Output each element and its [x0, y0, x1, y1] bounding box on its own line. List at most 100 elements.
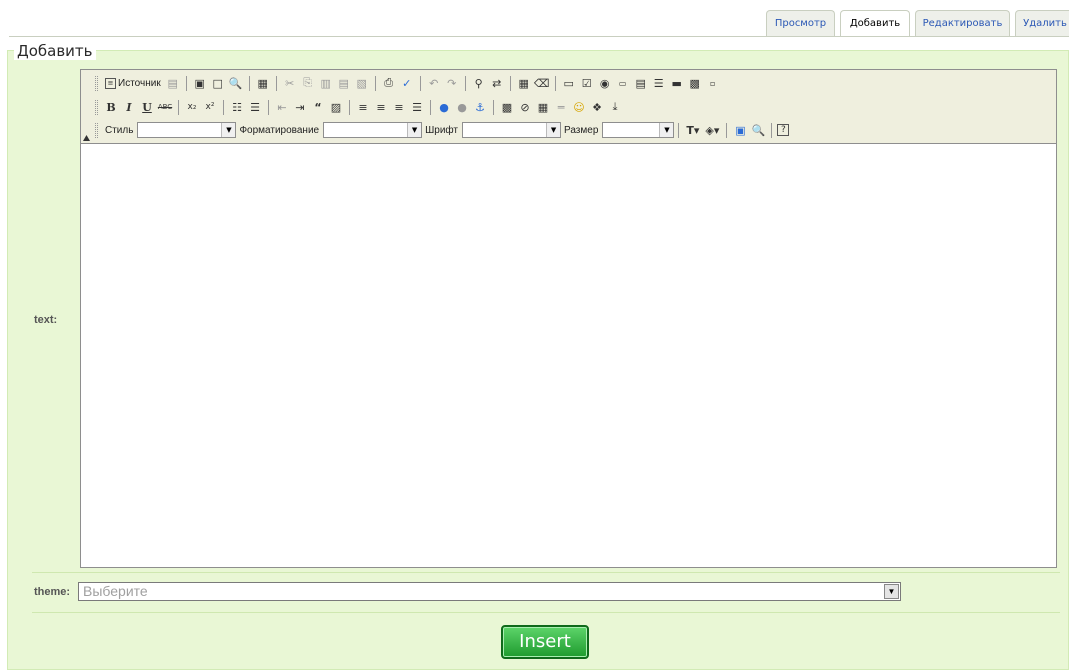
image-icon[interactable]: ▩	[499, 99, 515, 115]
undo-icon[interactable]: ↶	[426, 75, 442, 91]
textarea-icon[interactable]: ▤	[633, 75, 649, 91]
size-combo[interactable]: ▼	[602, 122, 675, 138]
about-icon[interactable]: ?	[777, 124, 790, 136]
find-icon[interactable]: ⚲	[471, 75, 487, 91]
field-divider	[32, 572, 1060, 573]
justify-icon[interactable]: ☰	[409, 99, 425, 115]
checkbox-icon[interactable]: ☑	[579, 75, 595, 91]
collapse-toolbar-icon[interactable]	[83, 135, 90, 141]
toolbar-separator	[678, 122, 680, 138]
paste-word-icon[interactable]: ▧	[354, 75, 370, 91]
smiley-icon[interactable]: ☺	[571, 99, 587, 115]
add-form-fieldset: Добавить text: ≡ Источник ▤ ▣ □ 🔍 ▦ ✂ ⎘	[7, 42, 1069, 670]
tab-delete[interactable]: Удалить	[1015, 10, 1069, 36]
maximize-icon[interactable]: ▣	[732, 122, 748, 138]
paste-icon[interactable]: ▥	[318, 75, 334, 91]
font-combo[interactable]: ▼	[462, 122, 562, 138]
div-icon[interactable]: ▨	[328, 99, 344, 115]
copy-icon[interactable]: ⎘	[300, 75, 316, 91]
replace-icon[interactable]: ⇄	[489, 75, 505, 91]
background-color-icon[interactable]: ◈▾	[703, 122, 721, 138]
toolbar-grip	[95, 75, 98, 91]
print-icon[interactable]: ⎙	[381, 75, 397, 91]
toolbar-separator	[430, 99, 431, 115]
theme-select-value: Выберите	[83, 583, 148, 599]
style-combo[interactable]: ▼	[137, 122, 237, 138]
button-field-icon[interactable]: ▬	[669, 75, 685, 91]
toolbar-separator	[223, 99, 224, 115]
select-field-icon[interactable]: ☰	[651, 75, 667, 91]
toolbar-separator	[419, 75, 421, 91]
subscript-icon[interactable]: x₂	[184, 99, 200, 115]
field-divider	[32, 612, 1060, 613]
toolbar-separator	[464, 75, 466, 91]
cut-icon[interactable]: ✂	[282, 75, 298, 91]
blockquote-icon[interactable]: “	[310, 99, 326, 115]
spellcheck-icon[interactable]: ✓	[399, 75, 415, 91]
radio-icon[interactable]: ◉	[597, 75, 613, 91]
paste-template-icon[interactable]: ▦	[255, 75, 271, 91]
bold-icon[interactable]: B	[103, 99, 119, 115]
toolbar-row-3: Стиль ▼ Форматирование ▼ Шрифт ▼ Размер …	[95, 121, 790, 139]
superscript-icon[interactable]: x²	[202, 99, 218, 115]
new-page-icon[interactable]: □	[210, 75, 226, 91]
preview-icon[interactable]: 🔍	[228, 75, 244, 91]
textfield-icon[interactable]: ▭	[615, 75, 631, 91]
show-blocks-icon[interactable]: 🔍	[750, 122, 766, 138]
rich-text-editor: ≡ Источник ▤ ▣ □ 🔍 ▦ ✂ ⎘ ▥ ▤ ▧ ⎙ ✓ ↶ ↷ ⚲…	[80, 69, 1057, 568]
hidden-field-icon[interactable]: ▫	[705, 75, 721, 91]
redo-icon[interactable]: ↷	[444, 75, 460, 91]
paste-text-icon[interactable]: ▤	[336, 75, 352, 91]
outdent-icon[interactable]: ⇤	[274, 99, 290, 115]
page-break-icon[interactable]: ⤓	[607, 99, 623, 115]
flash-icon[interactable]: ⊘	[517, 99, 533, 115]
source-icon: ≡	[105, 77, 116, 89]
toolbar-separator	[554, 75, 556, 91]
special-char-icon[interactable]: ❖	[589, 99, 605, 115]
toolbar-separator	[248, 75, 250, 91]
toolbar-separator	[185, 75, 187, 91]
numbered-list-icon[interactable]: ☷	[229, 99, 245, 115]
toolbar-separator	[509, 75, 511, 91]
toolbar-grip	[95, 122, 98, 138]
tab-edit[interactable]: Редактировать	[915, 10, 1010, 36]
table-icon[interactable]: ▦	[535, 99, 551, 115]
link-icon[interactable]: ●	[436, 99, 452, 115]
toolbar-row-1: ≡ Источник ▤ ▣ □ 🔍 ▦ ✂ ⎘ ▥ ▤ ▧ ⎙ ✓ ↶ ↷ ⚲…	[95, 74, 722, 92]
chevron-down-icon: ▼	[221, 123, 236, 137]
indent-icon[interactable]: ⇥	[292, 99, 308, 115]
toolbar-separator	[349, 99, 350, 115]
image-button-icon[interactable]: ▩	[687, 75, 703, 91]
tab-add[interactable]: Добавить	[840, 10, 910, 37]
theme-select[interactable]: Выберите ▼	[78, 582, 901, 601]
anchor-icon[interactable]: ⚓	[472, 99, 488, 115]
align-left-icon[interactable]: ≡	[355, 99, 371, 115]
font-combo-label: Шрифт	[425, 124, 459, 136]
fieldset-legend: Добавить	[14, 42, 96, 60]
toolbar-separator	[374, 75, 376, 91]
toolbar-separator	[493, 99, 494, 115]
align-center-icon[interactable]: ≡	[373, 99, 389, 115]
tab-label: Редактировать	[922, 18, 1003, 29]
align-right-icon[interactable]: ≡	[391, 99, 407, 115]
toolbar-separator	[268, 99, 269, 115]
strike-icon[interactable]: ABC	[157, 99, 173, 115]
bulleted-list-icon[interactable]: ☰	[247, 99, 263, 115]
underline-icon[interactable]: U	[139, 99, 155, 115]
source-button[interactable]: ≡ Источник	[103, 75, 163, 91]
toolbar-separator	[178, 99, 179, 115]
horizontal-rule-icon[interactable]: ═	[553, 99, 569, 115]
format-combo[interactable]: ▼	[323, 122, 423, 138]
unlink-icon[interactable]: ●	[454, 99, 470, 115]
text-color-icon[interactable]: T▾	[684, 122, 701, 138]
insert-button[interactable]: Insert	[501, 625, 589, 659]
form-icon[interactable]: ▭	[561, 75, 577, 91]
editor-content-area[interactable]	[81, 145, 1056, 567]
templates-icon[interactable]: ▤	[165, 75, 181, 91]
italic-icon[interactable]: I	[121, 99, 137, 115]
chevron-down-icon: ▼	[659, 123, 674, 137]
save-icon[interactable]: ▣	[192, 75, 208, 91]
tab-view[interactable]: Просмотр	[766, 10, 835, 36]
select-all-icon[interactable]: ▦	[516, 75, 532, 91]
remove-format-icon[interactable]: ⌫	[534, 75, 550, 91]
